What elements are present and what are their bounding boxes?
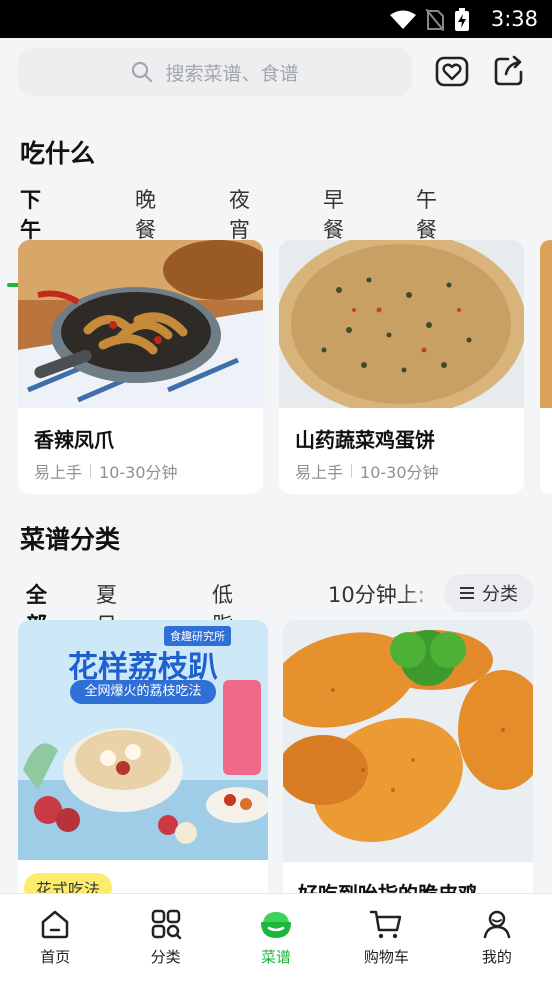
heart-favorites-icon	[435, 56, 469, 87]
battery-charging-icon	[455, 8, 469, 31]
nav-label: 购物车	[363, 948, 409, 966]
share-icon	[494, 55, 523, 86]
nav-label: 菜谱	[261, 948, 292, 966]
recipe-section-title: 菜谱分类	[20, 525, 121, 554]
favorites-button[interactable]	[435, 54, 469, 88]
share-button[interactable]	[492, 54, 526, 88]
nav-category[interactable]: 分类	[110, 894, 220, 981]
search-input[interactable]: 搜索菜谱、食谱	[18, 48, 412, 96]
search-icon	[132, 61, 153, 83]
category-filter-button[interactable]: 分类	[444, 574, 534, 612]
difficulty-label: 易上手	[34, 463, 83, 482]
status-bar: 3:38	[0, 0, 552, 38]
filter-label: 分类	[482, 584, 518, 605]
status-icons	[390, 8, 470, 32]
poster-subtitle: 全网爆火的荔枝吃法	[70, 680, 216, 704]
nav-label: 分类	[150, 948, 181, 966]
home-icon	[41, 910, 69, 939]
search-row: 搜索菜谱、食谱	[0, 38, 552, 108]
meal-card[interactable]: 香辣凤爪 易上手 10-30分钟	[18, 240, 263, 494]
tab-label: 夜宵	[229, 188, 250, 242]
meal-card-partial[interactable]	[540, 240, 552, 494]
crispy-chicken-wings-photo	[283, 620, 533, 870]
list-icon	[460, 587, 474, 599]
recipe-card[interactable]: 食趣研究所 花样荔枝趴 全网爆火的荔枝吃法	[18, 620, 268, 893]
nav-profile[interactable]: 我的	[442, 894, 552, 981]
category-grid-icon	[151, 909, 181, 940]
nav-home[interactable]: 首页	[0, 894, 110, 981]
recipe-page: 搜索菜谱、食谱 吃什么 下午茶 晚餐 夜宵 早餐 午餐	[0, 38, 552, 893]
no-sim-icon	[426, 9, 444, 31]
status-time: 3:38	[490, 7, 538, 31]
difficulty-label: 易上手	[295, 463, 344, 482]
recipe-tag: 花式吃法	[24, 873, 113, 893]
wifi-icon	[390, 10, 416, 29]
nav-recipes[interactable]: 菜谱	[221, 894, 331, 981]
tab-label: 早餐	[323, 188, 344, 242]
tab-label: 午餐	[416, 188, 437, 242]
meal-card-meta: 易上手 10-30分钟	[34, 459, 178, 483]
meal-card-title: 山药蔬菜鸡蛋饼	[295, 428, 435, 452]
cart-icon	[370, 910, 402, 939]
meal-card[interactable]: 山药蔬菜鸡蛋饼 易上手 10-30分钟	[279, 240, 524, 494]
meta-divider	[90, 464, 92, 478]
tab-lunch[interactable]: 午餐	[416, 184, 437, 244]
tab-late-night[interactable]: 夜宵	[229, 184, 250, 244]
chicken-feet-photo	[18, 240, 263, 408]
yam-egg-pancake-photo	[279, 240, 524, 416]
search-placeholder: 搜索菜谱、食谱	[165, 62, 299, 85]
nav-cart[interactable]: 购物车	[331, 894, 441, 981]
recipe-card-title: 好吃到吮指的脆皮鸡	[298, 878, 528, 893]
nav-label: 我的	[481, 948, 512, 966]
cook-time-label: 10-30分钟	[360, 463, 439, 482]
tab-label: 晚餐	[135, 188, 156, 242]
tab-breakfast[interactable]: 早餐	[323, 184, 344, 244]
tabs-fade	[400, 568, 444, 618]
eat-section-title: 吃什么	[20, 139, 96, 168]
meal-card-carousel[interactable]: 香辣凤爪 易上手 10-30分钟 山药蔬菜鸡蛋饼 易上手 10-30分钟	[18, 240, 552, 494]
meta-divider	[351, 464, 353, 478]
bottom-navigation: 首页 分类 菜谱 购物车 我的	[0, 893, 552, 981]
recipe-card[interactable]	[283, 620, 533, 893]
meal-card-meta: 易上手 10-30分钟	[295, 459, 439, 483]
meal-card-title: 香辣凤爪	[34, 428, 114, 452]
recipe-bowl-icon	[261, 912, 292, 938]
meal-card-photo	[540, 240, 552, 408]
nav-label: 首页	[40, 948, 71, 966]
cook-time-label: 10-30分钟	[99, 463, 178, 482]
profile-icon	[483, 910, 511, 939]
tab-dinner[interactable]: 晚餐	[135, 184, 156, 244]
